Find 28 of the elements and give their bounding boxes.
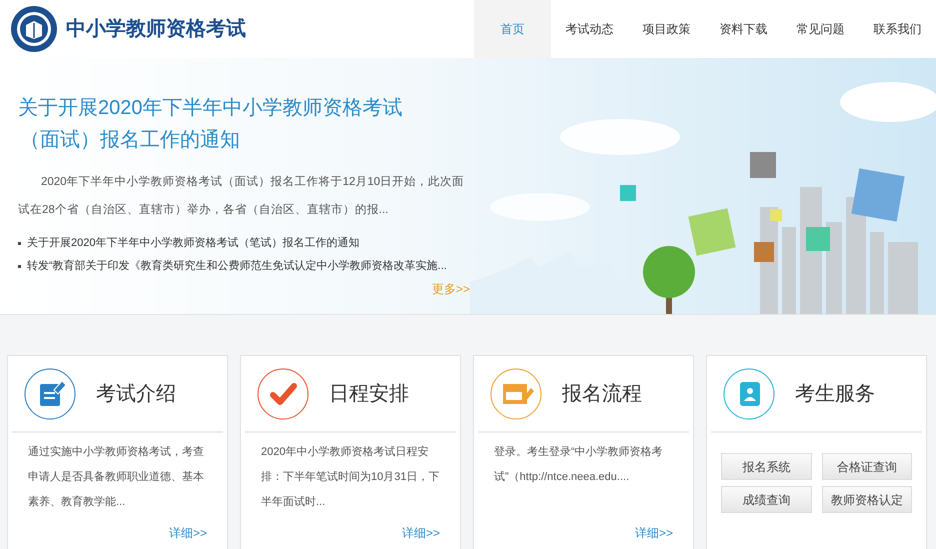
site-title: 中小学教师资格考试	[66, 17, 246, 42]
headline-link[interactable]: （面试）报名工作的通知	[18, 124, 470, 156]
details-link[interactable]: 详细>>	[634, 524, 673, 542]
card-title: 考试介绍	[96, 382, 176, 406]
nav-link[interactable]: 联系我们	[859, 0, 936, 58]
card-summary: 登录。考生登录“中小学教师资格考试”（http://ntce.neea.edu....	[494, 445, 664, 485]
bullet-icon	[18, 242, 21, 245]
headline-link[interactable]: 关于开展2020年下半年中小学教师资格考试	[18, 92, 470, 124]
details-link[interactable]: 详细>>	[402, 524, 440, 542]
service-button[interactable]: 成绩查询	[721, 486, 812, 513]
card-title: 考生服务	[795, 382, 875, 406]
card-summary: 通过实施中小学教师资格考试，考查申请人是否具备教师职业道德、基本素养、教育教学能...	[28, 444, 205, 510]
card-title: 日程安排	[329, 382, 409, 406]
nav-link[interactable]: 资料下载	[705, 0, 782, 58]
service-button[interactable]: 合格证查询	[822, 453, 912, 480]
service-button[interactable]: 教师资格认定	[822, 486, 912, 513]
news-summary: 2020年下半年中小学教师资格考试（面试）报名工作将于12月10日开始，此次面试在28个省（自治区、直辖市）举办，各省（自治区、直辖市）的报...	[18, 174, 466, 218]
card-title: 报名流程	[562, 382, 642, 406]
service-button[interactable]: 报名系统	[721, 453, 812, 480]
bullet-icon	[18, 265, 21, 268]
card-summary: 2020年中小学教师资格考试日程安排：下半年笔试时间为10月31日，下半年面试时...	[261, 444, 440, 510]
news-link[interactable]: 转发“教育部关于印发《教育类研究生和公费师范生免试认定中小学教师资格改革实施...	[27, 258, 447, 275]
nav-link[interactable]: 常见问题	[782, 0, 859, 58]
nav-link[interactable]: 项目政策	[628, 0, 705, 58]
details-link[interactable]: 详细>>	[168, 524, 207, 542]
nav-link[interactable]: 考试动态	[551, 0, 628, 58]
logo-emblem-icon	[10, 5, 58, 53]
news-link[interactable]: 关于开展2020年下半年中小学教师资格考试（笔试）报名工作的通知	[27, 235, 360, 252]
